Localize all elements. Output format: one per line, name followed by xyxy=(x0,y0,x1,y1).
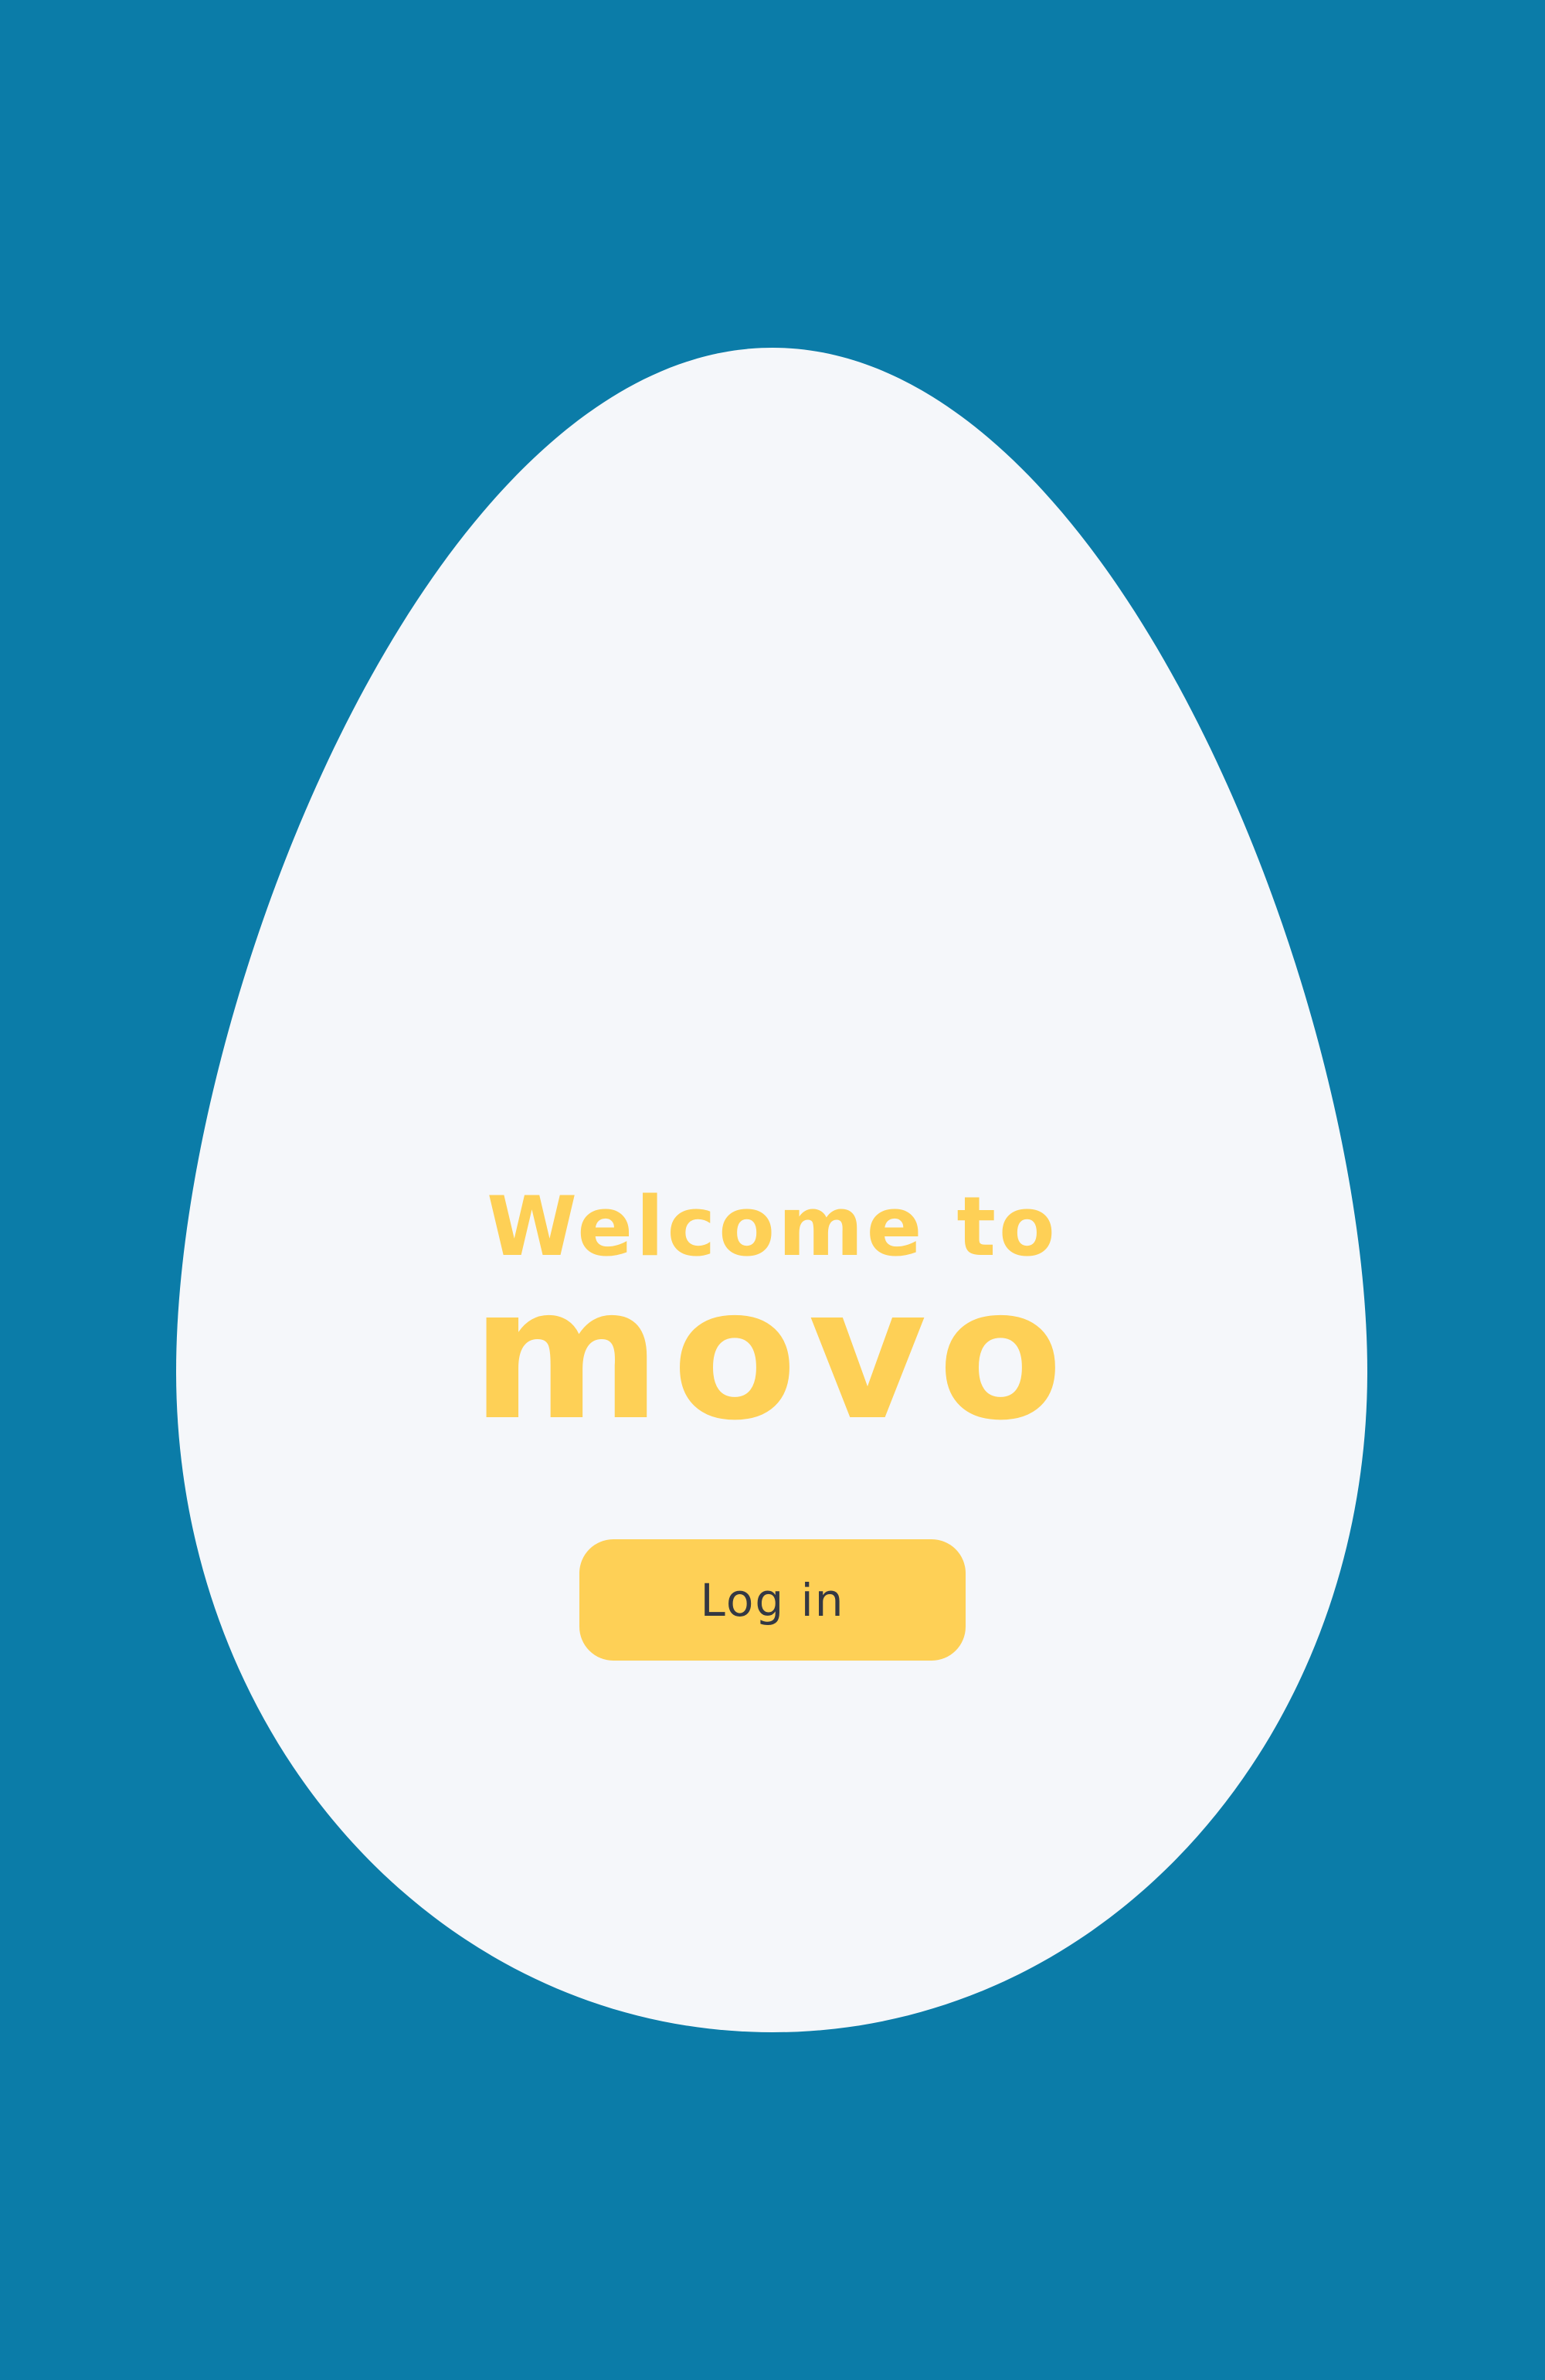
brand-wordmark: movo xyxy=(470,1248,1075,1460)
welcome-screen: Welcome to movo Log in xyxy=(0,0,1545,2380)
login-button-label: Log in xyxy=(700,1573,845,1627)
login-button[interactable]: Log in xyxy=(579,1539,966,1661)
